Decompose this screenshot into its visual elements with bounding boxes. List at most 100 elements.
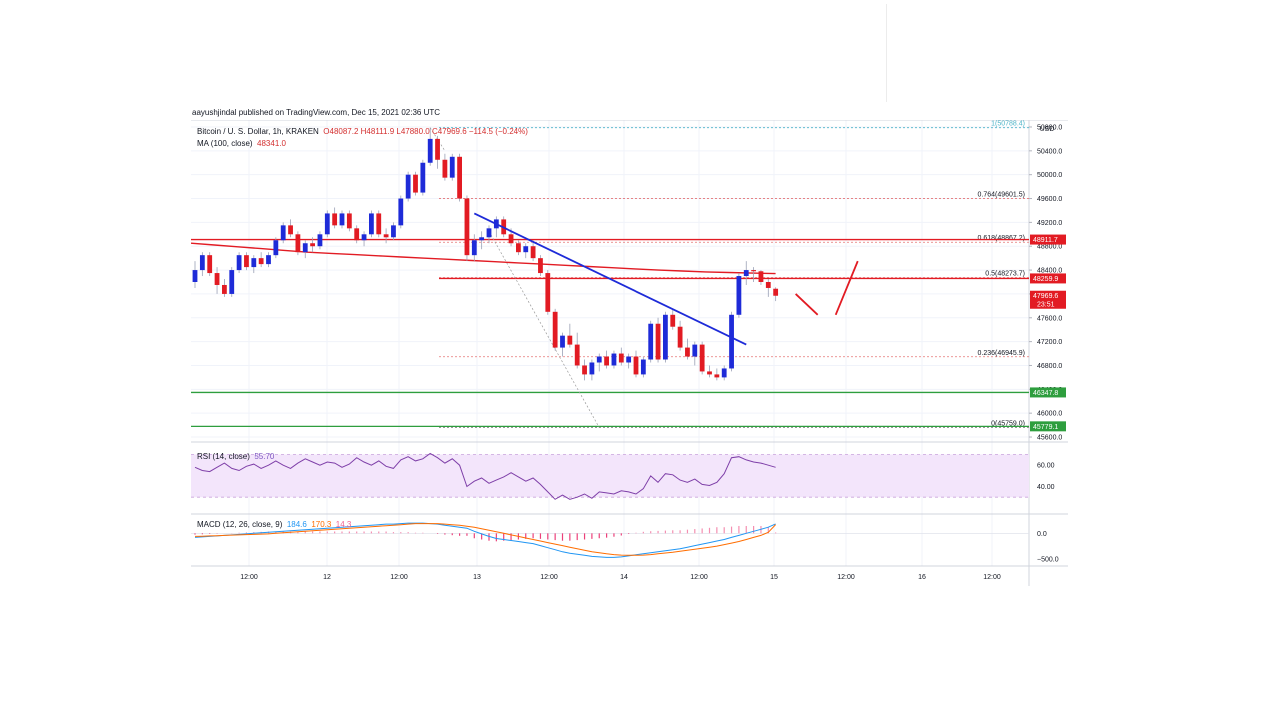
candle-body-61 xyxy=(640,359,646,375)
price-tag-0: 48911.7 xyxy=(1033,237,1058,244)
macd-value-2: 170.3 xyxy=(311,520,332,529)
chart-svg[interactable]: 1(50788.4) 0.764(49601.5) 0.618(48867.2) 0.… xyxy=(191,120,1068,586)
candle-body-7 xyxy=(244,255,249,268)
candle-body-16 xyxy=(310,243,315,247)
candle-body-57 xyxy=(611,353,617,366)
candle-body-20 xyxy=(339,213,345,226)
candle-body-13 xyxy=(288,225,293,235)
rsi-info: RSI (14, close) 55.70 xyxy=(197,452,274,461)
candle-body-74 xyxy=(736,276,742,315)
candle-body-3 xyxy=(214,273,220,285)
price-axis-label-10: 46800.0 xyxy=(1037,363,1062,370)
candle-body-24 xyxy=(369,213,374,235)
fib-label-2: 0.618(48867.2) xyxy=(978,235,1025,242)
candle-body-71 xyxy=(714,374,720,378)
candle-body-49 xyxy=(552,311,558,348)
candle-body-11 xyxy=(273,240,279,256)
time-axis-label-6: 12:00 xyxy=(690,574,708,581)
candle-body-2 xyxy=(207,255,213,274)
candle-body-29 xyxy=(405,174,411,199)
candle-body-54 xyxy=(589,362,595,375)
candle-body-51 xyxy=(567,335,573,345)
candle-body-26 xyxy=(383,234,389,238)
candle-body-47 xyxy=(538,258,543,274)
time-axis-label-3: 13 xyxy=(473,574,481,581)
candle-body-46 xyxy=(530,246,536,259)
candle-body-10 xyxy=(266,255,271,265)
candle-body-30 xyxy=(413,174,418,193)
price-axis-label-13: 45600.0 xyxy=(1037,435,1062,442)
macd-value-3: 14.3 xyxy=(335,520,352,529)
candle-body-25 xyxy=(376,213,382,235)
rsi-axis-label-0: 60.00 xyxy=(1037,463,1055,470)
candle-body-56 xyxy=(604,356,609,366)
macd-axis-label-0: 0.0 xyxy=(1037,531,1047,538)
candle-body-23 xyxy=(361,234,367,241)
price-tag-countdown: 23:51 xyxy=(1037,302,1055,309)
candle-body-19 xyxy=(332,213,338,226)
candle-body-0 xyxy=(192,270,198,282)
price-tag-1: 48259.9 xyxy=(1033,276,1058,283)
candle-body-5 xyxy=(229,270,235,294)
price-axis-label-1: 50400.0 xyxy=(1037,148,1062,155)
candle-body-39 xyxy=(479,237,485,241)
ma-value: 48341.0 xyxy=(257,139,286,148)
candle-body-69 xyxy=(699,344,705,372)
ma-label: MA (100, close) xyxy=(197,139,253,148)
candle-body-9 xyxy=(258,258,264,265)
candle-body-8 xyxy=(251,258,257,268)
trading-chart[interactable]: 1(50788.4) 0.764(49601.5) 0.618(48867.2) 0.… xyxy=(191,120,1068,586)
candle-body-4 xyxy=(222,284,227,294)
candle-body-43 xyxy=(508,234,514,244)
time-axis-label-8: 12:00 xyxy=(837,574,855,581)
price-axis-label-8: 47600.0 xyxy=(1037,315,1062,322)
candle-body-79 xyxy=(773,288,779,296)
candle-body-12 xyxy=(280,225,286,241)
price-axis-label-0: 50800.0 xyxy=(1037,124,1062,131)
macd-value-1: 184.6 xyxy=(286,520,307,529)
symbol-info: Bitcoin / U. S. Dollar, 1h, KRAKEN O4808… xyxy=(197,127,528,136)
candle-body-14 xyxy=(295,234,301,253)
fib-label-3: 0.5(48273.7) xyxy=(985,271,1025,278)
rsi-value: 55.70 xyxy=(254,452,275,461)
ma-info: MA (100, close) 48341.0 xyxy=(197,139,286,148)
candle-body-62 xyxy=(648,323,654,360)
candle-body-55 xyxy=(596,356,602,363)
time-axis-label-4: 12:00 xyxy=(540,574,558,581)
fib-label-1: 0.764(49601.5) xyxy=(978,191,1025,198)
candle-body-53 xyxy=(582,365,587,375)
candle-body-63 xyxy=(655,323,661,360)
price-axis-label-2: 50000.0 xyxy=(1037,172,1062,179)
candle-body-27 xyxy=(391,225,396,238)
symbol-name: Bitcoin / U. S. Dollar, 1h, KRAKEN xyxy=(197,127,319,136)
candle-body-52 xyxy=(574,344,580,366)
price-axis-label-4: 49200.0 xyxy=(1037,220,1062,227)
candle-body-32 xyxy=(427,138,433,163)
price-tag-4: 45779.1 xyxy=(1033,424,1058,431)
candle-body-36 xyxy=(457,156,462,199)
candle-body-66 xyxy=(677,326,683,348)
candle-body-21 xyxy=(346,213,352,229)
price-axis-label-9: 47200.0 xyxy=(1037,339,1062,346)
candle-body-17 xyxy=(317,234,323,247)
candle-body-40 xyxy=(486,228,492,238)
fib-label-0: 1(50788.4) xyxy=(991,121,1025,128)
candle-body-73 xyxy=(729,314,734,369)
candle-body-59 xyxy=(626,356,632,363)
macd-axis-label-1: −500.0 xyxy=(1037,556,1059,563)
fib-label-4: 0.236(46945.9) xyxy=(978,350,1025,357)
candle-body-64 xyxy=(663,314,668,360)
price-axis-label-12: 46000.0 xyxy=(1037,411,1062,418)
candle-body-33 xyxy=(435,138,440,160)
time-axis-label-2: 12:00 xyxy=(390,574,408,581)
time-axis-label-0: 12:00 xyxy=(240,574,258,581)
candle-body-70 xyxy=(707,371,712,375)
price-tag-3: 46347.8 xyxy=(1033,390,1058,397)
time-axis-label-7: 15 xyxy=(770,574,778,581)
ohlc-values: O48087.2 H48111.9 L47880.0 C47969.6 −114… xyxy=(323,127,528,136)
candle-body-60 xyxy=(633,356,639,375)
candle-body-75 xyxy=(743,270,749,277)
time-axis-label-10: 12:00 xyxy=(983,574,1001,581)
candle-body-68 xyxy=(692,344,698,357)
candle-body-38 xyxy=(471,240,477,256)
